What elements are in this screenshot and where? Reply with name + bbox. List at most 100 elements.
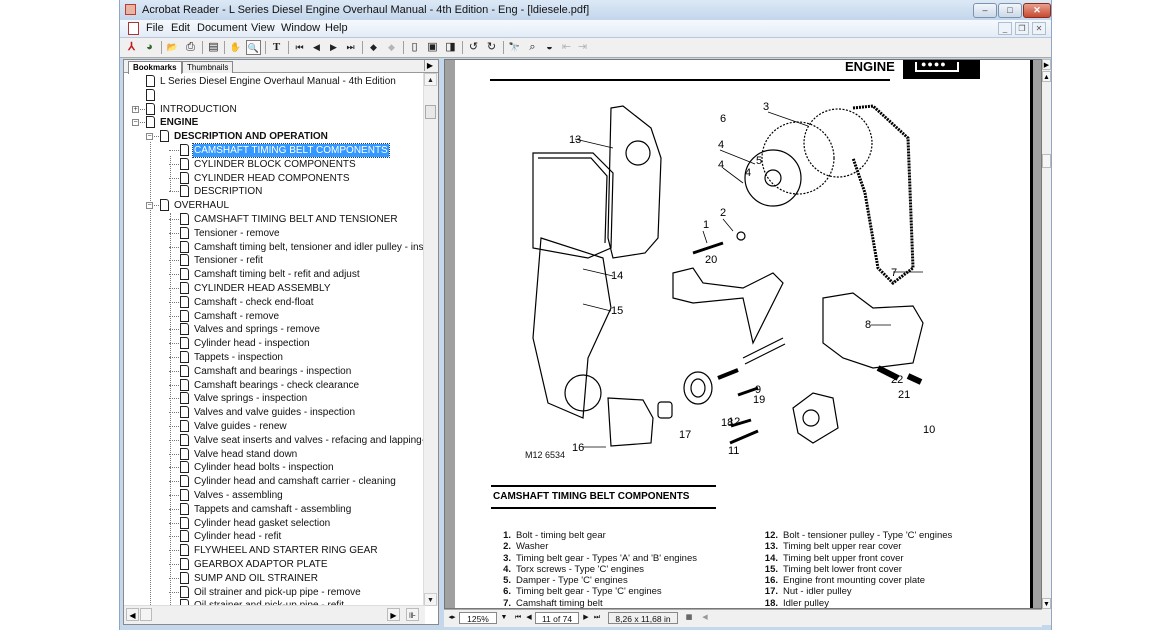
bookmark-page-icon [146,116,155,129]
menu-view[interactable]: View [251,22,275,34]
pane-resize-icon[interactable]: ⊪ [406,608,419,621]
bookmark-page-icon [180,406,189,419]
previous-page-icon[interactable]: ◀ [309,40,324,55]
first-page-icon[interactable]: ⏮ [292,40,307,55]
page-size-readout: 8,26 x 11,68 in [608,612,678,624]
parts-list-item: 13. Timing belt upper rear cover [760,541,952,552]
toolbar-separator [362,41,363,54]
search-icon[interactable]: ⌕ [525,40,540,55]
idler-pulley [683,371,713,405]
scroll-down-icon[interactable]: ▼ [424,593,437,606]
bookmark-label: DESCRIPTION [194,186,263,198]
zoom-tool-icon[interactable]: 🔍 [246,40,261,55]
doc-restore-button[interactable]: ❐ [1015,22,1029,35]
page-layout-icon[interactable]: ▦ [682,612,696,624]
tree-connector [169,439,179,441]
scroll-down-icon[interactable]: ▼ [1042,598,1051,609]
next-page-icon[interactable]: ▶ [326,40,341,55]
part-number: 16. [764,575,778,587]
acrobat-logo-icon[interactable]: ⅄ [124,40,139,55]
toolbar-separator [503,41,504,54]
menu-edit[interactable]: Edit [171,22,190,34]
bookmark-label: Valves and valve guides - inspection [194,407,356,419]
figure-reference: M12 6534 [525,450,566,460]
scroll-thumb[interactable] [140,608,152,621]
bookmark-label: Valves - assembling [194,490,283,501]
zoom-level-field[interactable]: 125% [459,612,497,624]
bracket [672,267,784,345]
text-select-icon[interactable]: T [269,40,284,55]
tab-thumbnails[interactable]: Thumbnails [182,61,234,73]
scroll-left-icon[interactable]: ◀ [126,608,139,621]
zoom-adjust-icon[interactable]: ◂▸ [447,612,457,624]
callout-number: 10 [923,424,935,436]
rotate-right-icon[interactable]: ↻ [484,40,499,55]
print-icon[interactable]: ⎙ [183,40,198,55]
scroll-thumb[interactable] [425,105,436,119]
bookmark-page-icon [180,364,189,377]
previous-highlight-icon[interactable]: ⇤ [559,40,574,55]
menu-document[interactable]: Document [197,22,247,34]
last-page-icon[interactable]: ⏭ [343,40,358,55]
toolbar-separator [224,41,225,54]
search-results-icon[interactable]: ◒ [542,40,557,55]
status-last-page-icon[interactable]: ⏭ [592,612,602,624]
menu-help[interactable]: Help [325,22,348,34]
collapse-icon[interactable]: − [146,133,153,141]
bookmark-label: Cylinder head - inspection [194,338,310,350]
acrobat-app-icon [125,4,136,15]
bookmark-page-icon [180,351,189,363]
hand-tool-icon[interactable]: ✋ [228,40,243,55]
status-previous-page-icon[interactable]: ◀ [524,612,534,624]
bookmarks-horizontal-scrollbar[interactable]: ◀ ▶ ⊪ [124,605,425,624]
zoom-dropdown-icon[interactable]: ▼ [499,612,509,624]
collapse-icon[interactable]: − [146,202,153,210]
close-button[interactable]: ✕ [1023,3,1051,18]
bookmark-label: Camshaft - remove [194,310,280,322]
page-number-field[interactable]: 11 of 74 [535,612,579,624]
open-icon[interactable]: 📂 [165,40,180,55]
go-back-icon[interactable]: ◆ [366,40,381,55]
menu-window[interactable]: Window [281,22,320,34]
actual-size-icon[interactable]: ▯ [407,40,422,55]
status-first-page-icon[interactable]: ⏮ [513,612,523,624]
scroll-up-icon[interactable]: ▲ [424,73,437,86]
doc-minimize-button[interactable]: _ [998,22,1012,35]
toolbar-separator [288,41,289,54]
menu-file[interactable]: File [146,22,164,34]
next-highlight-icon[interactable]: ⇥ [575,40,590,55]
web-capture-icon[interactable]: ◕ [142,40,157,55]
expand-icon[interactable]: + [132,105,139,113]
bookmarks-vertical-scrollbar[interactable]: ▲ ▼ [423,73,438,606]
bookmark-label: SUMP AND OIL STRAINER [194,572,318,584]
bookmark-page-icon [180,433,189,446]
scroll-right-icon[interactable]: ▶ [387,608,400,621]
tree-connector [169,508,179,510]
find-icon[interactable]: 🔭 [507,40,522,55]
next-page-arrow-icon[interactable]: ▶ [1042,59,1051,70]
minimize-button[interactable]: – [973,3,997,18]
part-description: Engine front mounting cover plate [783,575,926,587]
scroll-thumb[interactable] [1042,154,1051,168]
fit-width-icon[interactable]: ◨ [443,40,458,55]
tree-guide-line [170,156,171,192]
doc-close-button[interactable]: ✕ [1032,22,1046,35]
tree-connector [169,550,179,552]
document-vertical-scrollbar[interactable]: ▶ ▲ ▼ [1042,59,1051,625]
pane-options-arrow-icon[interactable]: ▶ [424,60,435,71]
maximize-button[interactable]: □ [998,3,1022,18]
rotate-left-icon[interactable]: ↺ [466,40,481,55]
tree-connector [169,577,179,579]
bookmark-page-icon [180,185,189,198]
scroll-up-icon[interactable]: ▲ [1042,71,1051,82]
status-next-page-icon[interactable]: ▶ [581,612,591,624]
collapse-icon[interactable]: − [132,119,139,127]
scroll-left-icon[interactable]: ◀ [700,612,710,624]
cover-plate [607,397,654,447]
tree-connector [169,150,179,151]
document-icon[interactable] [128,22,139,35]
go-forward-icon[interactable]: ◆ [384,40,399,55]
fit-page-icon[interactable]: ▣ [425,40,440,55]
part-description: Damper - Type 'C' engines [516,575,628,587]
show-navigation-pane-icon[interactable]: ▤ [206,40,221,55]
